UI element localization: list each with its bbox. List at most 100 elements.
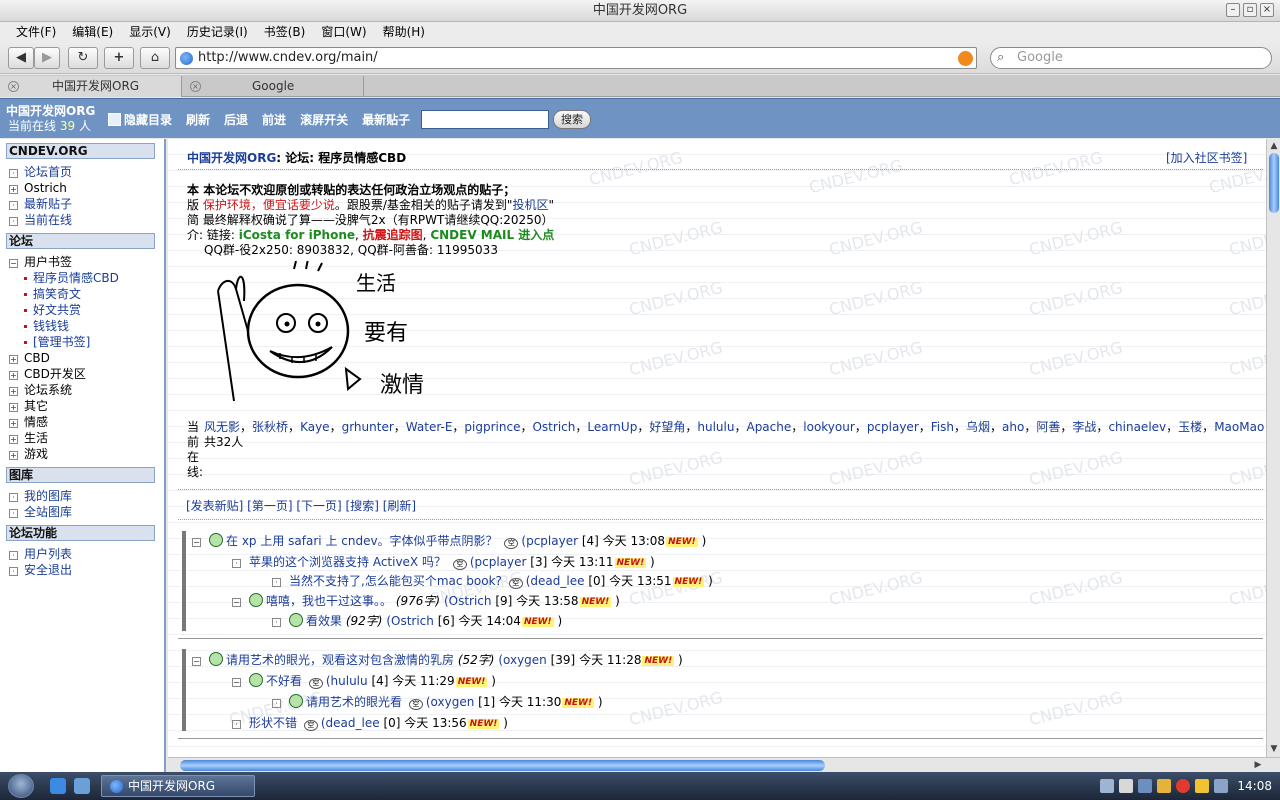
add-bookmark-button[interactable]: + [104,47,134,69]
sidebar-item-label[interactable]: 安全退出 [24,563,72,577]
scroll-down-icon[interactable]: ▼ [1268,743,1280,755]
ie-icon[interactable] [50,778,66,794]
minimize-button[interactable]: – [1226,3,1240,17]
menu-edit[interactable]: 编辑(E) [64,22,121,42]
thread-title[interactable]: 苹果的这个浏览器支持 ActiveX 吗？ [249,555,446,569]
speculation-zone-link[interactable]: 投机区 [512,198,548,212]
online-user-link[interactable]: 风无影 [204,420,240,434]
quake-tracker-link[interactable]: 抗震追踪图 [363,228,423,242]
tab-google[interactable]: × Google [182,76,364,97]
sidebar-item-label[interactable]: 论坛首页 [24,165,72,179]
thread-actions[interactable]: [发表新贴] [第一页] [下一页] [搜索] [刷新] [186,499,416,514]
online-user-link[interactable]: Apache [746,420,791,434]
sidebar-subitem-label[interactable]: [管理书签] [33,335,90,349]
site-search-input[interactable] [421,110,549,129]
sidebar-subitem[interactable]: 程序员情感CBD [24,270,119,286]
menu-help[interactable]: 帮助(H) [375,22,433,42]
tray-antivirus-icon[interactable] [1176,779,1190,793]
tray-pen-icon[interactable] [1100,779,1114,793]
search-field[interactable]: ⌕ Google [990,47,1272,69]
online-user-link[interactable]: MaoMao [1214,420,1264,434]
thread-author[interactable]: (pcplayer [521,534,578,548]
tray-volume-icon[interactable] [1214,779,1228,793]
online-user-link[interactable]: hululu [697,420,734,434]
thread-row[interactable]: − 在 xp 上用 safari 上 cndev。字体似乎带点阴影？ 空 (pcpl… [192,533,706,549]
sidebar-item-label[interactable]: 全站图库 [24,505,72,519]
tray-warning-icon[interactable] [1195,779,1209,793]
thread-author[interactable]: (dead_lee [526,574,585,588]
thread-title[interactable]: 不好看 [266,674,302,688]
menu-window[interactable]: 窗口(W) [313,22,374,42]
scroll-up-icon[interactable]: ▲ [1268,140,1280,152]
hide-directory-link[interactable]: 隐藏目录 [108,111,172,128]
tree-expand-icon[interactable]: + [9,185,18,194]
maximize-button[interactable]: ▫ [1243,3,1257,17]
thread-row[interactable]: · 苹果的这个浏览器支持 ActiveX 吗？ 空 (pcplayer [3] 今天… [232,554,655,570]
sidebar-subitem[interactable]: 好文共赏 [24,302,81,318]
thread-title[interactable]: 看效果 [306,614,342,628]
sidebar-subitem-label[interactable]: 好文共赏 [33,303,81,317]
tree-collapse-icon[interactable]: − [232,678,241,687]
add-community-bookmark-link[interactable]: [加入社区书签] [1166,151,1247,166]
sidebar-item-cbd[interactable]: + CBD [9,350,50,366]
thread-author[interactable]: (Ostrich [386,614,434,628]
tree-expand-icon[interactable]: + [9,435,18,444]
online-user-link[interactable]: Water-E [406,420,453,434]
tray-network-icon[interactable] [1157,779,1171,793]
sidebar-item-life[interactable]: + 生活 [9,430,48,446]
menu-history[interactable]: 历史记录(I) [179,22,256,42]
reload-button[interactable]: ↻ [68,47,98,69]
sidebar-item-other[interactable]: + 其它 [9,398,48,414]
online-user-link[interactable]: chinaelev [1108,420,1166,434]
latest-posts-link[interactable]: 最新贴子 [362,111,410,128]
vertical-scrollbar[interactable]: ▲ ▼ [1266,139,1280,757]
taskbar-window-item[interactable]: 中国开发网ORG [101,775,255,797]
tree-collapse-icon[interactable]: − [192,657,201,666]
online-user-link[interactable]: Kaye [300,420,330,434]
horizontal-scroll-thumb[interactable] [180,760,825,771]
online-user-link[interactable]: 乌烟 [966,420,990,434]
sidebar-item-games[interactable]: + 游戏 [9,446,48,462]
thread-row[interactable]: · 当然不支持了,怎么能包买个mac book? 空 (dead_lee [0] 今… [272,573,713,589]
sidebar-item-latest[interactable]: · 最新贴子 [9,196,72,212]
sidebar-item-forum-system[interactable]: + 论坛系统 [9,382,72,398]
thread-author[interactable]: (oxygen [426,695,474,709]
menu-bookmarks[interactable]: 书签(B) [256,22,314,42]
online-user-link[interactable]: pigprince [464,420,520,434]
back-button[interactable]: ◀ [8,47,34,69]
online-user-link[interactable]: 李战 [1072,420,1096,434]
sidebar-section-org[interactable]: CNDEV.ORG [6,143,155,159]
horizontal-scrollbar[interactable]: ▶ [168,757,1280,772]
online-user-link[interactable]: Ostrich [532,420,575,434]
sidebar-subitem[interactable]: 搞笑奇文 [24,286,81,302]
thread-row[interactable]: · 请用艺术的眼光看 空 (oxygen [1] 今天 11:30 NEW! ) [272,694,603,710]
thread-title[interactable]: 形状不错 [249,716,297,730]
tree-collapse-icon[interactable]: − [232,598,241,607]
site-search-button[interactable]: 搜索 [553,110,591,129]
desktop-icon[interactable] [74,778,90,794]
tree-expand-icon[interactable]: + [9,403,18,412]
thread-row[interactable]: · 看效果 (92字) (Ostrich [6] 今天 14:04 NEW! ) [272,613,562,629]
sidebar-subitem-label[interactable]: 搞笑奇文 [33,287,81,301]
thread-author[interactable]: (pcplayer [470,555,527,569]
thread-author[interactable]: (dead_lee [321,716,380,730]
home-button[interactable]: ⌂ [140,47,170,69]
taskbar-clock[interactable]: 14:08 [1237,772,1272,800]
autoscroll-toggle[interactable]: 滚屏开关 [300,111,348,128]
close-window-button[interactable]: × [1260,3,1274,17]
refresh-link[interactable]: 刷新 [186,111,210,128]
tree-expand-icon[interactable]: + [9,451,18,460]
online-user-link[interactable]: aho [1002,420,1024,434]
sidebar-item-label[interactable]: 最新贴子 [24,197,72,211]
menu-view[interactable]: 显示(V) [121,22,179,42]
sidebar-section-forum[interactable]: 论坛 [6,233,155,249]
thread-title[interactable]: 当然不支持了,怎么能包买个mac book? [289,574,502,588]
sidebar-item-site-gallery[interactable]: · 全站图库 [9,504,72,520]
thread-author[interactable]: (oxygen [498,653,546,667]
sidebar-item-label[interactable]: 当前在线 [24,213,72,227]
online-user-link[interactable]: pcplayer [867,420,919,434]
rss-icon[interactable] [958,51,973,66]
sidebar-subitem-label[interactable]: 钱钱钱 [33,319,69,333]
online-user-link[interactable]: 张秋桥 [252,420,288,434]
tree-expand-icon[interactable]: + [9,355,18,364]
